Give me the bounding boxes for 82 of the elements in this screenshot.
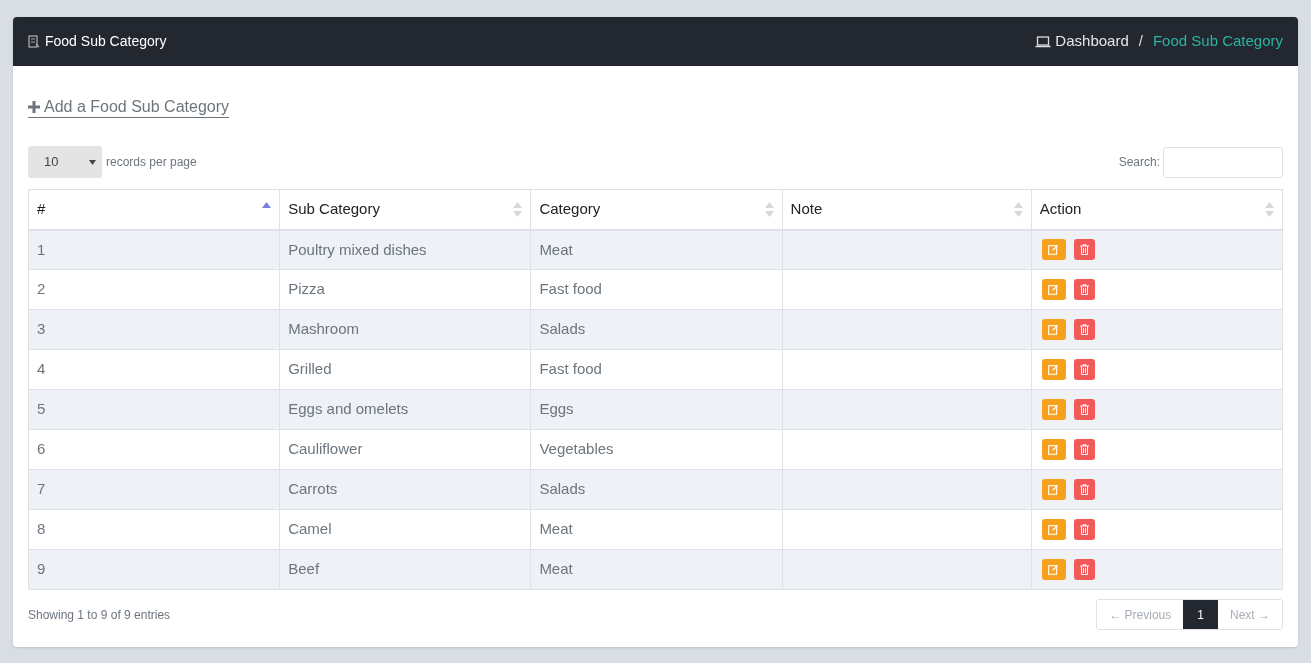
edit-button[interactable]: [1041, 519, 1066, 540]
edit-icon: [1048, 444, 1060, 455]
table-cell: 2: [28, 269, 280, 310]
edit-button[interactable]: [1041, 319, 1066, 340]
delete-button[interactable]: [1073, 279, 1095, 300]
dropdown-caret-icon: [89, 159, 96, 165]
edit-icon: [1048, 324, 1060, 335]
edit-icon: [1048, 364, 1060, 375]
table-cell: Pizza: [279, 269, 531, 310]
table-cell: Beef: [279, 549, 531, 590]
trash-icon: [1079, 444, 1089, 455]
table-cell: 6: [28, 429, 280, 470]
table-cell: 3: [28, 309, 280, 350]
table-cell: Salads: [530, 469, 783, 510]
edit-button[interactable]: [1041, 279, 1066, 300]
table-cell: Poultry mixed dishes: [279, 229, 531, 270]
table-cell: Meat: [530, 549, 783, 590]
edit-icon: [1048, 284, 1060, 295]
table-cell: Carrots: [279, 469, 531, 510]
table-cell: Eggs and omelets: [279, 389, 531, 430]
table-cell: Salads: [530, 309, 783, 350]
edit-icon: [1048, 524, 1060, 535]
breadcrumb-separator: /: [1138, 31, 1143, 52]
search-label: Search:: [1118, 154, 1160, 171]
edit-icon: [1048, 564, 1060, 575]
table-cell: Cauliflower: [279, 429, 531, 470]
column-header[interactable]: Note: [782, 189, 1032, 230]
table-cell: Fast food: [530, 349, 783, 390]
plus-icon: [28, 101, 40, 113]
trash-icon: [1079, 564, 1089, 575]
table-cell: Fast food: [530, 269, 783, 310]
table-cell: Meat: [530, 509, 783, 550]
page-size-label: records per page: [106, 154, 197, 171]
breadcrumb-link[interactable]: Food Sub Category: [1152, 30, 1283, 53]
column-header[interactable]: Action: [1031, 189, 1283, 230]
edit-icon: [1048, 404, 1060, 415]
column-header[interactable]: Category: [530, 189, 783, 230]
edit-icon: [1048, 244, 1060, 256]
document-icon: [28, 34, 41, 49]
table-cell: 5: [28, 389, 280, 430]
delete-button[interactable]: [1073, 439, 1095, 460]
delete-button[interactable]: [1073, 239, 1095, 261]
delete-button[interactable]: [1073, 559, 1095, 580]
table-cell: Eggs: [530, 389, 783, 430]
search-field[interactable]: [1163, 146, 1283, 178]
trash-icon: [1079, 524, 1089, 535]
table-cell: 9: [28, 549, 280, 590]
delete-button[interactable]: [1073, 479, 1095, 500]
entries-info: Showing 1 to 9 of 9 entries: [28, 606, 171, 624]
edit-button[interactable]: [1041, 399, 1066, 420]
column-header[interactable]: #: [28, 189, 280, 230]
table-cell: 1: [28, 229, 280, 270]
trash-icon: [1079, 284, 1089, 295]
delete-button[interactable]: [1073, 359, 1095, 380]
trash-icon: [1079, 324, 1089, 335]
delete-button[interactable]: [1073, 319, 1095, 340]
trash-icon: [1079, 404, 1089, 415]
page-title: Food Sub Category: [45, 32, 167, 51]
trash-icon: [1079, 364, 1089, 375]
edit-button[interactable]: [1041, 559, 1066, 580]
edit-button[interactable]: [1041, 439, 1066, 460]
edit-button[interactable]: [1041, 479, 1066, 500]
trash-icon: [1079, 244, 1089, 256]
table-cell: Mashroom: [279, 309, 531, 350]
table-cell: 4: [28, 349, 280, 390]
delete-button[interactable]: [1073, 519, 1095, 540]
breadcrumb-link[interactable]: Dashboard: [1055, 30, 1129, 53]
table-cell: Meat: [530, 229, 783, 270]
column-header[interactable]: Sub Category: [279, 189, 531, 230]
edit-button[interactable]: [1041, 239, 1066, 261]
delete-button[interactable]: [1073, 399, 1095, 420]
table-cell: Camel: [279, 509, 531, 550]
table-cell: Grilled: [279, 349, 531, 390]
table-cell: 8: [28, 509, 280, 550]
trash-icon: [1079, 484, 1089, 495]
page-size-select[interactable]: 10: [28, 146, 102, 178]
table-cell: Vegetables: [530, 429, 783, 470]
edit-button[interactable]: [1041, 359, 1066, 380]
table-cell: 7: [28, 469, 280, 510]
pagination-button[interactable]: 1: [1183, 600, 1218, 629]
edit-icon: [1048, 484, 1060, 495]
laptop-icon: [1035, 35, 1052, 48]
